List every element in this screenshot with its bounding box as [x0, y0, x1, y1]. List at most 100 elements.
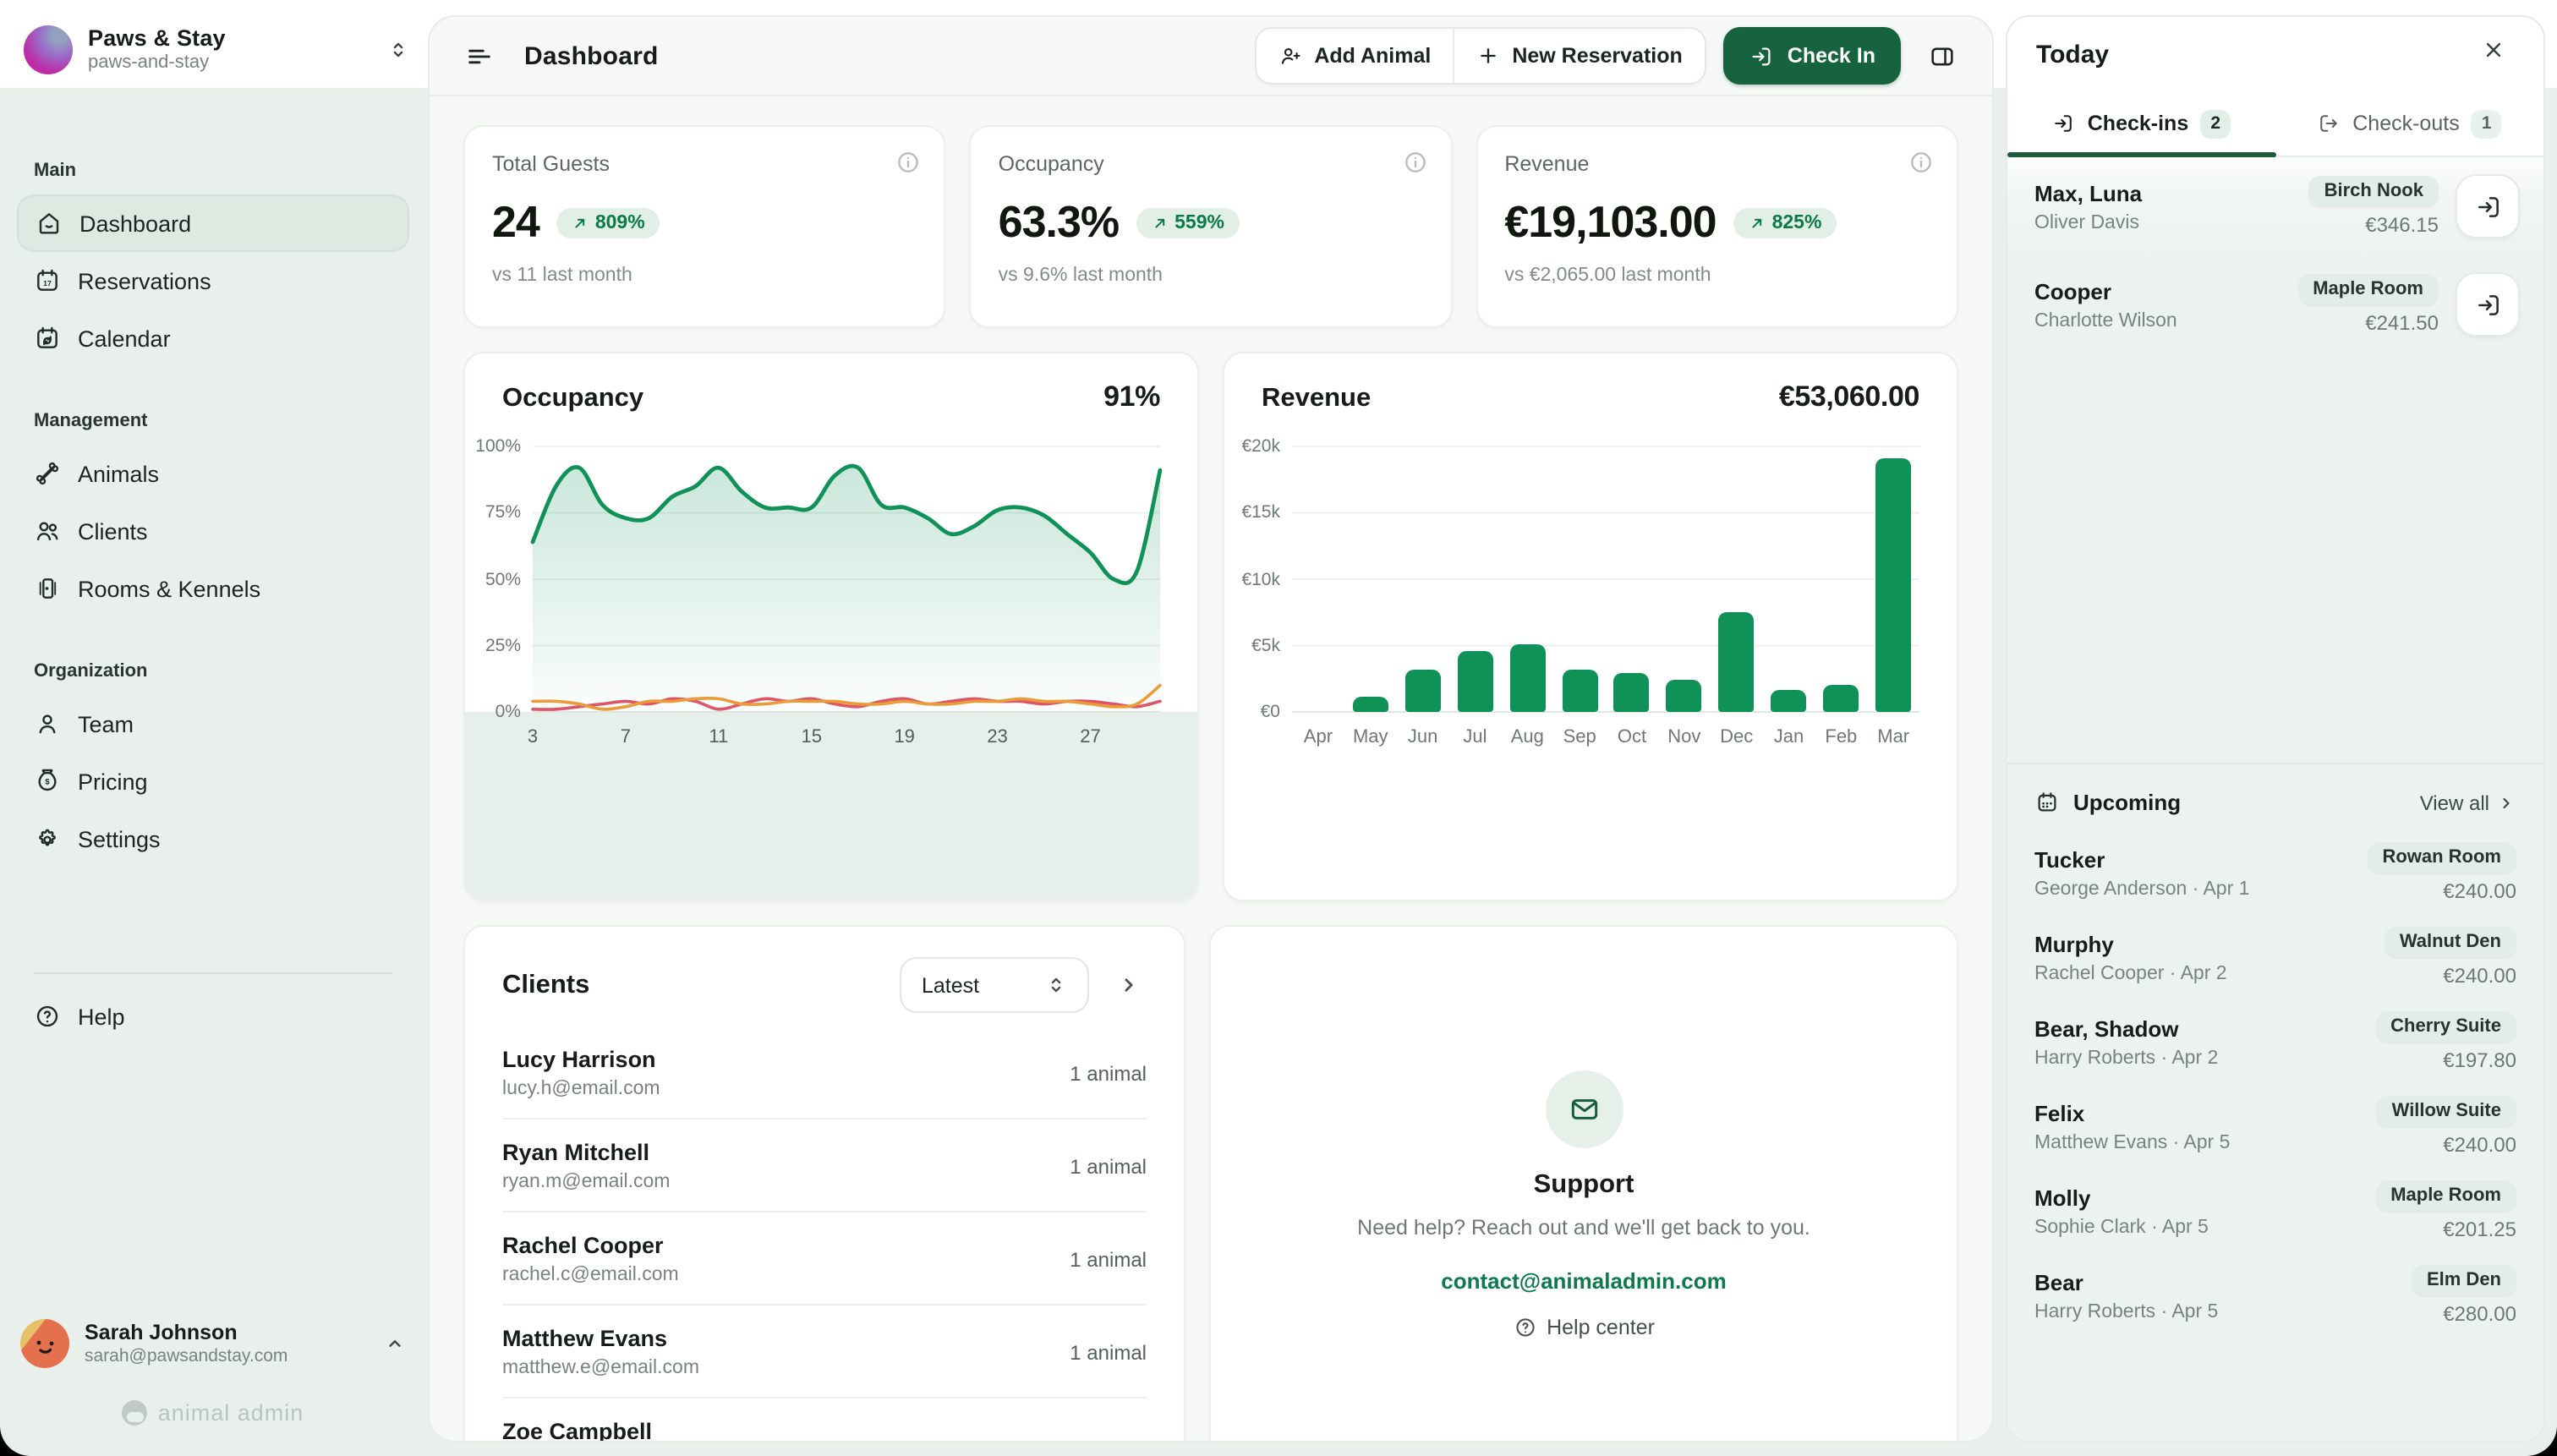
bar-mar [1875, 458, 1911, 712]
client-row[interactable]: Zoe Campbell [502, 1399, 1147, 1442]
view-all-link[interactable]: View all [2420, 791, 2516, 814]
x-tick-label: 19 [894, 727, 915, 747]
bar-aug [1509, 644, 1545, 712]
clients-next-button[interactable] [1109, 966, 1147, 1004]
today-panel: Today Check-ins2Check-outs1 Max, LunaOli… [2006, 15, 2545, 1442]
client-info: Lucy Harrisonlucy.h@email.com [502, 1047, 660, 1099]
sidebar-item-dashboard[interactable]: Dashboard [17, 194, 409, 252]
client-row[interactable]: Lucy Harrisonlucy.h@email.com1 animal [502, 1026, 1147, 1119]
check-in-action-button[interactable] [2456, 174, 2520, 238]
sidebar-item-rooms-kennels[interactable]: Rooms & Kennels [17, 560, 409, 617]
x-tick-label: Feb [1815, 727, 1867, 747]
help-center-link[interactable]: Help center [1513, 1315, 1655, 1338]
sidebar-item-settings[interactable]: Settings [17, 810, 409, 868]
bar-jul [1457, 651, 1492, 712]
home-icon [36, 210, 63, 237]
user-menu[interactable]: Sarah Johnson sarah@pawsandstay.com [20, 1305, 406, 1380]
y-tick-label: 50% [485, 569, 521, 589]
check-in-action-button[interactable] [2456, 272, 2520, 337]
clients-sort-select[interactable]: Latest [900, 957, 1089, 1013]
svg-text:17: 17 [43, 279, 52, 287]
support-card: Support Need help? Reach out and we'll g… [1209, 925, 1958, 1442]
menu-button[interactable] [457, 34, 501, 78]
help-center-label: Help center [1547, 1315, 1655, 1338]
tab-check-outs[interactable]: Check-outs1 [2275, 91, 2543, 156]
tab-check-ins[interactable]: Check-ins2 [2007, 91, 2275, 156]
x-tick-label: Oct [1606, 727, 1658, 747]
upcoming-row[interactable]: MollySophie Clark · Apr 5Maple Room€201.… [2007, 1169, 2543, 1253]
sidebar-item-animals[interactable]: Animals [17, 445, 409, 502]
sidebar-item-label: Animals [78, 461, 159, 486]
header-actions: Add AnimalNew Reservation Check In [1255, 27, 1965, 85]
brand-logo-icon [123, 1400, 148, 1426]
sidebar-item-label: Rooms & Kennels [78, 576, 260, 601]
stay-info: CooperCharlotte Wilson [2034, 278, 2280, 331]
client-row[interactable]: Ryan Mitchellryan.m@email.com1 animal [502, 1119, 1147, 1212]
sidebar-item-team[interactable]: Team [17, 695, 409, 753]
info-icon[interactable] [1401, 149, 1428, 176]
client-row[interactable]: Matthew Evansmatthew.e@email.com 1 animal [502, 1305, 1147, 1399]
upcoming-row[interactable]: TuckerGeorge Anderson · Apr 1Rowan Room€… [2007, 830, 2543, 915]
today-panel-header: Today [2007, 17, 2543, 91]
trend-badge: 559% [1136, 207, 1240, 238]
x-tick-label: Dec [1711, 727, 1763, 747]
client-email: matthew.e@email.com [502, 1358, 699, 1378]
tab-count-badge: 2 [2200, 109, 2231, 138]
close-button[interactable] [2481, 37, 2515, 71]
bottom-row: Clients Latest Lucy Harrisonlucy.h@email… [463, 925, 1958, 1442]
org-switcher[interactable]: Paws & Stay paws-and-stay [24, 15, 409, 83]
occupancy-plot [533, 446, 1160, 712]
new-reservation-button[interactable]: New Reservation [1453, 29, 1704, 83]
info-icon[interactable] [1908, 149, 1935, 176]
support-email-link[interactable]: contact@animaladmin.com [1441, 1267, 1726, 1293]
client-name: Rachel Cooper [502, 1233, 679, 1258]
upcoming-row[interactable]: BearHarry Roberts · Apr 5Elm Den€280.00 [2007, 1253, 2543, 1338]
stay-room-price: Birch Nook€346.15 [2309, 176, 2439, 237]
upcoming-row[interactable]: MurphyRachel Cooper · Apr 2Walnut Den€24… [2007, 915, 2543, 999]
sidebar-item-reservations[interactable]: 17 Reservations [17, 252, 409, 309]
calendar-sync-icon [34, 325, 61, 352]
sidebar-item-help[interactable]: Help [17, 988, 409, 1045]
chart-title: Revenue [1262, 384, 1371, 414]
room-badge: Maple Room [2375, 1180, 2516, 1211]
client-info: Ryan Mitchellryan.m@email.com [502, 1140, 670, 1192]
sidebar-item-calendar[interactable]: Calendar [17, 309, 409, 367]
support-title: Support [1534, 1169, 1634, 1200]
user-texts: Sarah Johnson sarah@pawsandstay.com [85, 1320, 369, 1366]
client-info: Matthew Evansmatthew.e@email.com [502, 1326, 699, 1378]
panel-toggle-button[interactable] [1918, 32, 1965, 79]
upcoming-row[interactable]: Bear, ShadowHarry Roberts · Apr 2Cherry … [2007, 999, 2543, 1084]
info-icon[interactable] [895, 149, 923, 176]
x-tick-label: Jun [1397, 727, 1449, 747]
checkin-row[interactable]: CooperCharlotte Wilson Maple Room€241.50 [2007, 255, 2543, 353]
client-email: ryan.m@email.com [502, 1172, 670, 1192]
avatar [20, 1318, 69, 1367]
upcoming-row[interactable]: FelixMatthew Evans · Apr 5Willow Suite€2… [2007, 1084, 2543, 1169]
stay-info: FelixMatthew Evans · Apr 5 [2034, 1100, 2360, 1152]
sidebar-item-clients[interactable]: Clients [17, 502, 409, 560]
stay-price: €201.25 [2443, 1218, 2516, 1241]
brand-wordmark: animal admin [0, 1400, 426, 1426]
check-in-button[interactable]: Check In [1723, 27, 1901, 85]
chart-headline-value: €53,060.00 [1779, 380, 1919, 414]
stats-row: Total Guests24809%vs 11 last monthOccupa… [463, 125, 1958, 328]
check-in-label: Check In [1788, 44, 1875, 68]
clients-list: Lucy Harrisonlucy.h@email.com1 animalRya… [502, 1026, 1147, 1442]
sidebar-item-label: Reservations [78, 268, 211, 293]
stay-room-price: Maple Room€241.50 [2297, 274, 2439, 335]
y-tick-label: €20k [1241, 436, 1280, 457]
client-row[interactable]: Rachel Cooperrachel.c@email.com1 animal [502, 1212, 1147, 1305]
room-badge: Cherry Suite [2375, 1011, 2516, 1042]
trend-value: 559% [1174, 212, 1224, 233]
envelope-icon [1567, 1092, 1601, 1125]
x-tick-label: 7 [621, 727, 631, 747]
checkin-row[interactable]: Max, LunaOliver DavisBirch Nook€346.15 [2007, 157, 2543, 255]
client-animal-count: 1 animal [1070, 1340, 1147, 1364]
door-icon [34, 575, 61, 602]
stay-price: €241.50 [2365, 311, 2439, 335]
stay-info: BearHarry Roberts · Apr 5 [2034, 1269, 2395, 1322]
bar-jun [1405, 669, 1441, 712]
sidebar-item-pricing[interactable]: $Pricing [17, 753, 409, 810]
add-animal-button[interactable]: Add Animal [1257, 29, 1453, 83]
room-badge: Rowan Room [2367, 842, 2516, 873]
